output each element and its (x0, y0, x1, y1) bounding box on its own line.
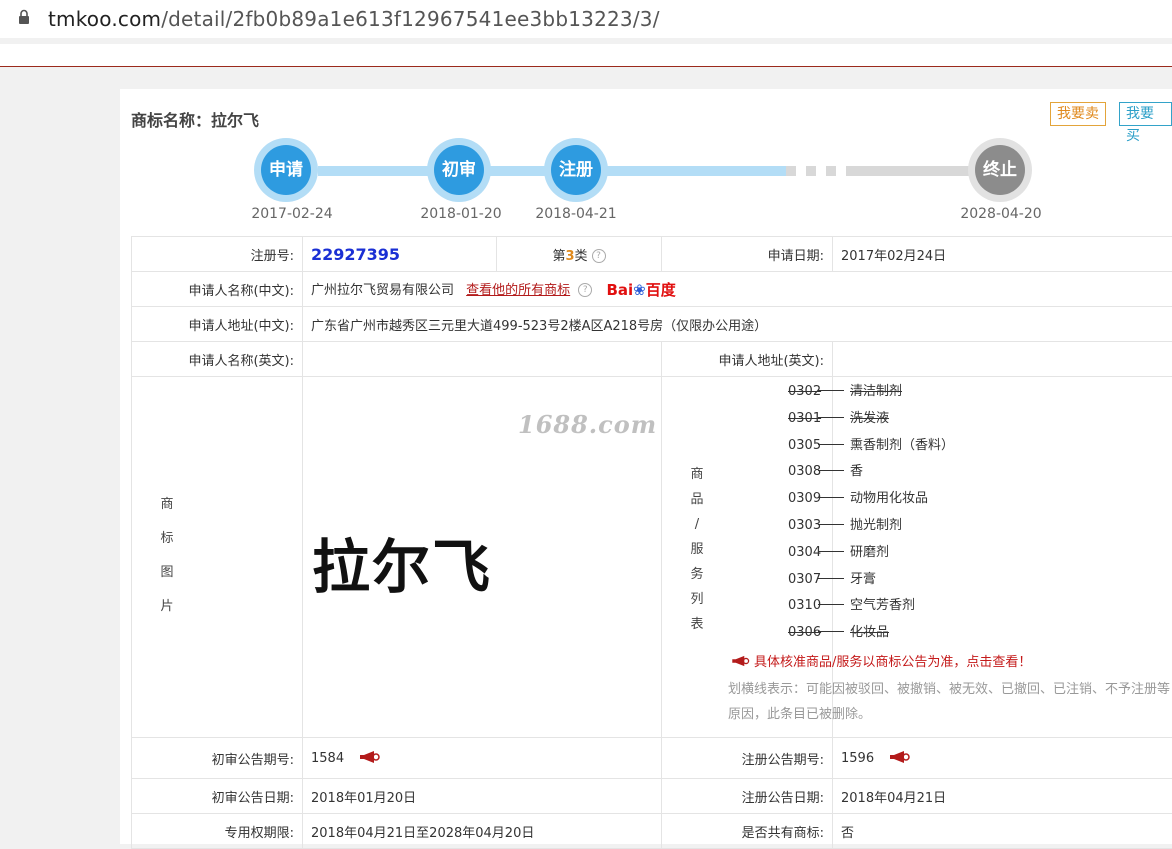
step-apply: 申请 (254, 138, 318, 202)
list-item: 0306化妆品 (788, 620, 954, 647)
buy-button[interactable]: 我要买 (1119, 102, 1172, 126)
reg-pub-no-value: 1596 (841, 751, 874, 766)
list-item: 0302清洁制剂 (788, 379, 954, 406)
prelim-pub-no-cell: 1584 (303, 738, 662, 779)
address-cn-value: 广东省广州市越秀区三元里大道499-523号2楼A区A218号房（仅限办公用途） (303, 307, 1172, 342)
list-item: 0304研磨剂 (788, 540, 954, 567)
goods-notice-link[interactable]: 具体核准商品/服务以商标公告为准，点击查看！ (730, 651, 1031, 670)
list-item: 0310空气芳香剂 (788, 593, 954, 620)
class-cell: 第3类? (497, 237, 662, 272)
reg-no-value: 22927395 (303, 237, 497, 272)
list-item: 0307牙膏 (788, 567, 954, 594)
url-text[interactable]: tmkoo.com/detail/2fb0b89a1e613f12967541e… (48, 7, 660, 31)
site-header-strip (0, 44, 1172, 67)
help-icon[interactable]: ? (592, 249, 606, 263)
step-date: 2028-04-20 (951, 206, 1051, 222)
progress-line-gap (786, 166, 848, 176)
image-vertical-label: 商标图片 (157, 488, 177, 624)
reg-pub-no-cell: 1596 (833, 738, 1172, 779)
applicant-en-value (303, 342, 662, 377)
goods-list: 0302清洁制剂 0301洗发液 0305熏香制剂（香料） 0308香 0309… (788, 379, 954, 647)
goods-vertical-label: 商品/服务列表 (687, 462, 707, 637)
list-item: 0309动物用化妆品 (788, 486, 954, 513)
strike-note: 划横线表示：可能因被驳回、被撤销、被无效、已撤回、已注销、不予注册等原因，此条目… (728, 677, 1172, 727)
address-en-value (833, 342, 1172, 377)
prelim-pub-no-value: 1584 (311, 751, 344, 766)
applicant-cn-label: 申请人名称(中文): (132, 272, 303, 307)
list-item: 0305熏香制剂（香料） (788, 433, 954, 460)
prelim-pub-no-label: 初审公告期号: (132, 738, 303, 779)
step-register: 注册 (544, 138, 608, 202)
lock-icon (18, 9, 30, 25)
reg-no-label: 注册号: (132, 237, 303, 272)
watermark: 1688.com (518, 410, 657, 439)
prelim-pub-date-label: 初审公告日期: (132, 779, 303, 814)
reg-pub-date-label: 注册公告日期: (662, 779, 833, 814)
address-bar[interactable]: tmkoo.com/detail/2fb0b89a1e613f12967541e… (0, 0, 1172, 38)
progress-line-pending (848, 166, 974, 176)
reg-pub-date-value: 2018年04月21日 (833, 779, 1172, 814)
megaphone-icon[interactable] (888, 750, 910, 764)
step-prelim: 初审 (427, 138, 491, 202)
step-date: 2017-02-24 (242, 206, 342, 222)
help-icon[interactable]: ? (578, 283, 592, 297)
exclusive-period-value: 2018年04月21日至2028年04月20日 (303, 814, 662, 849)
shared-value: 否 (833, 814, 1172, 849)
step-date: 2018-01-20 (411, 206, 511, 222)
step-terminate: 终止 (968, 138, 1032, 202)
list-item: 0303抛光制剂 (788, 513, 954, 540)
reg-pub-no-label: 注册公告期号: (662, 738, 833, 779)
baidu-paw-icon: ❀ (633, 281, 646, 299)
sell-button[interactable]: 我要卖 (1050, 102, 1106, 126)
address-cn-label: 申请人地址(中文): (132, 307, 303, 342)
list-item: 0301洗发液 (788, 406, 954, 433)
applicant-cn-cell: 广州拉尔飞贸易有限公司 查看他的所有商标 ? Bai❀百度 (303, 272, 1172, 307)
apply-date-label: 申请日期: (662, 237, 833, 272)
trademark-info-table: 注册号: 22927395 第3类? 申请日期: 2017年02月24日 申请人… (131, 236, 1172, 849)
apply-date-value: 2017年02月24日 (833, 237, 1172, 272)
applicant-cn-value: 广州拉尔飞贸易有限公司 (311, 283, 454, 298)
applicant-en-label: 申请人名称(英文): (132, 342, 303, 377)
exclusive-period-label: 专用权期限: (132, 814, 303, 849)
page-title: 商标名称：拉尔飞 (131, 107, 259, 131)
megaphone-icon (730, 655, 750, 667)
view-all-trademarks-link[interactable]: 查看他的所有商标 (466, 283, 570, 298)
address-en-label: 申请人地址(英文): (662, 342, 833, 377)
shared-label: 是否共有商标: (662, 814, 833, 849)
list-item: 0308香 (788, 459, 954, 486)
prelim-pub-date-value: 2018年01月20日 (303, 779, 662, 814)
baidu-search-link[interactable]: Bai❀百度 (606, 279, 675, 300)
step-date: 2018-04-21 (526, 206, 626, 222)
trademark-image: 拉尔飞 (312, 520, 492, 604)
megaphone-icon[interactable] (358, 750, 380, 764)
